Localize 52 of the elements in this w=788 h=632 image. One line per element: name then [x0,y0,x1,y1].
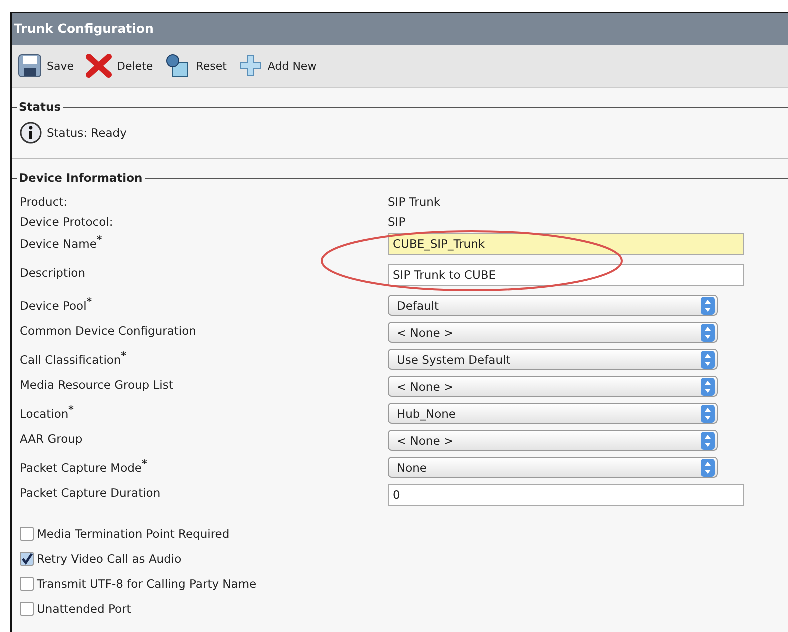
reset-icon [165,54,192,78]
field-label: Product: [20,195,69,209]
plus-icon [238,54,263,78]
dropdown[interactable]: < None > [388,376,718,397]
checkbox-label: Retry Video Call as Audio [37,552,182,566]
checkbox[interactable] [20,576,34,590]
toolbar-button[interactable]: Save [14,54,78,78]
field-label: AAR Group [20,432,84,446]
dropdown[interactable]: Use System Default [388,349,718,370]
input-field[interactable]: SIP Trunk to CUBE [388,264,744,286]
field-label: Call Classification$^{*}$ [20,351,128,367]
dropdown[interactable]: None [388,457,718,478]
floppy-icon [18,54,42,78]
status-text: Status: Ready [47,126,127,140]
field-label: Location$^{*}$ [20,405,75,421]
field-label: Packet Capture Duration [20,486,162,500]
stepper-icon [701,296,715,314]
checkbox[interactable] [20,602,34,616]
field-label: Common Device Configuration [20,324,198,338]
field-label: Description [20,266,86,280]
input-field[interactable]: 0 [388,484,744,506]
toolbar-button[interactable]: Delete [82,54,158,78]
checkbox-label: Media Termination Point Required [37,526,230,540]
toolbar-button[interactable]: Add New [234,54,321,78]
field-label: Media Resource Group List [20,378,174,392]
field-value: SIP [388,215,406,229]
checkbox[interactable] [20,526,34,540]
field-label: Device Pool$^{*}$ [20,297,94,313]
dropdown[interactable]: Default [388,295,718,316]
input-field[interactable]: CUBE_SIP_Trunk [388,233,744,255]
toolbar-button[interactable]: Reset [161,54,231,78]
section-legend: Device Information [17,171,145,185]
field-label: Device Name$^{*}$ [20,235,104,251]
stepper-icon [701,458,715,476]
stepper-icon [701,350,715,368]
stepper-icon [701,378,715,396]
window-title: Trunk Configuration [12,13,788,45]
dropdown[interactable]: < None > [388,322,718,343]
checkbox-label: Transmit UTF-8 for Calling Party Name [37,576,257,590]
checkbox[interactable] [20,552,34,566]
info-icon [20,122,42,144]
stepper-icon [701,404,715,422]
field-label: Packet Capture Mode$^{*}$ [20,459,148,475]
dropdown[interactable]: Hub_None [388,403,718,424]
cross-icon [86,54,112,78]
stepper-icon [701,432,715,450]
checkbox-label: Unattended Port [37,602,132,616]
field-label: Device Protocol: [20,215,114,229]
field-value: SIP Trunk [388,195,441,209]
section-legend: Status [17,100,64,114]
stepper-icon [701,324,715,342]
dropdown[interactable]: < None > [388,430,718,451]
